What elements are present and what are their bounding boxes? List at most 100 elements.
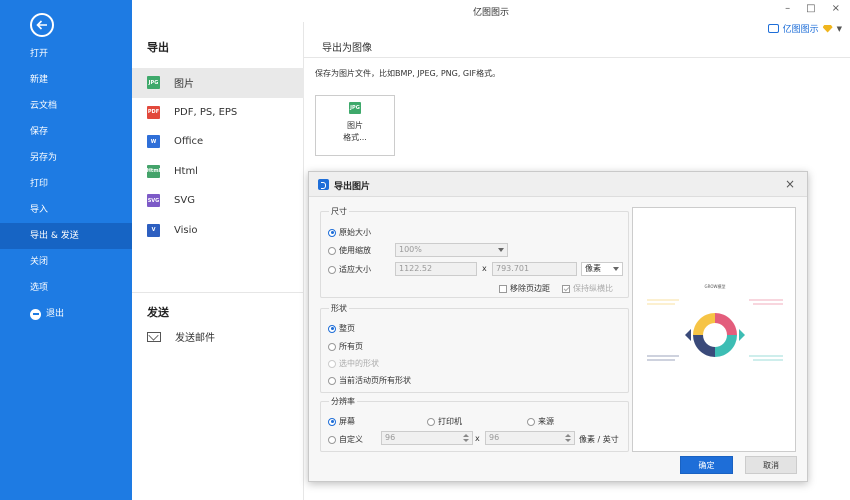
format-image[interactable]: JPG 图片: [132, 68, 304, 98]
menu-label: 打开: [30, 49, 49, 59]
height-input[interactable]: 793.701: [492, 262, 577, 276]
maximize-button[interactable]: □: [806, 3, 815, 14]
radio-indicator[interactable]: [328, 359, 336, 368]
dpi-y-input[interactable]: 96: [485, 431, 575, 445]
radio-indicator[interactable]: [328, 228, 336, 237]
close-window-button[interactable]: ×: [832, 3, 840, 14]
menu-label: 导出 & 发送: [30, 231, 79, 241]
radio-indicator[interactable]: [328, 342, 336, 351]
format-pdf[interactable]: PDF PDF, PS, EPS: [132, 98, 304, 128]
radio-indicator[interactable]: [328, 324, 336, 333]
menu-options[interactable]: 选项: [0, 275, 132, 301]
content-description: 保存为图片文件，比如BMP, JPEG, PNG, GIF格式。: [315, 69, 501, 78]
menu-close[interactable]: 关闭: [0, 249, 132, 275]
radio-whole-page[interactable]: 整页: [328, 323, 355, 334]
spin-up-icon[interactable]: [565, 434, 571, 437]
backstage-sidebar: 打开 新建 云文档 保存 另存为 打印 导入 导出 & 发送 关闭 选项 退出: [0, 0, 132, 500]
format-list: JPG 图片 PDF PDF, PS, EPS W Office Html Ht…: [132, 68, 304, 245]
resolution-unit: 像素 / 英寸: [579, 435, 619, 444]
shape-legend: 形状: [331, 304, 347, 313]
menu-import[interactable]: 导入: [0, 197, 132, 223]
radio-custom[interactable]: 自定义: [328, 434, 363, 445]
menu-save[interactable]: 保存: [0, 119, 132, 145]
menu-label: 保存: [30, 127, 49, 137]
checkbox-indicator[interactable]: [562, 284, 570, 293]
tile-label: 图片: [347, 121, 363, 130]
radio-all-shapes-current[interactable]: 当前活动页所有形状: [328, 375, 411, 386]
menu-label: 关闭: [30, 257, 49, 267]
menu-cloud-docs[interactable]: 云文档: [0, 93, 132, 119]
radio-fit-size[interactable]: 适应大小: [328, 264, 371, 275]
radio-source[interactable]: 来源: [527, 416, 554, 427]
menu-exit[interactable]: 退出: [0, 301, 132, 327]
checkbox-label: 移除页边距: [510, 284, 550, 293]
radio-indicator[interactable]: [328, 417, 336, 426]
radio-indicator[interactable]: [328, 376, 336, 385]
checkbox-indicator[interactable]: [499, 284, 507, 293]
radio-indicator[interactable]: [527, 417, 535, 426]
radio-indicator[interactable]: [328, 246, 336, 255]
back-button[interactable]: [30, 13, 54, 37]
radio-all-pages[interactable]: 所有页: [328, 341, 363, 352]
dpi-x-input[interactable]: 96: [381, 431, 473, 445]
resolution-legend: 分辨率: [331, 397, 355, 406]
radio-indicator[interactable]: [328, 435, 336, 444]
format-label: SVG: [174, 195, 195, 207]
height-value: 793.701: [496, 264, 530, 273]
radio-indicator[interactable]: [328, 265, 336, 274]
arrow-left-icon: [36, 20, 47, 30]
radio-selected-shapes[interactable]: 选中的形状: [328, 358, 379, 369]
radio-label: 打印机: [438, 417, 462, 426]
send-email-item[interactable]: 发送邮件: [147, 329, 215, 344]
radio-indicator[interactable]: [427, 417, 435, 426]
menu-new[interactable]: 新建: [0, 67, 132, 93]
menu-export-send[interactable]: 导出 & 发送: [0, 223, 132, 249]
menu-print[interactable]: 打印: [0, 171, 132, 197]
image-format-tile[interactable]: JPG 图片 格式...: [315, 95, 395, 156]
jpg-icon: JPG: [349, 102, 361, 114]
radio-use-scale[interactable]: 使用缩放: [328, 245, 371, 256]
svg-icon: SVG: [147, 194, 160, 208]
html-icon: Html: [147, 164, 160, 178]
remove-margin-checkbox[interactable]: 移除页边距: [499, 283, 550, 294]
unit-select[interactable]: 像素: [581, 262, 623, 276]
window-controls: – □ ×: [785, 3, 840, 14]
export-image-dialog: 导出图片 × 尺寸 原始大小 使用缩放 100% 适应大小 1122.52 x …: [308, 171, 808, 482]
menu-open[interactable]: 打开: [0, 41, 132, 67]
format-label: PDF, PS, EPS: [174, 106, 238, 118]
word-icon: W: [147, 135, 160, 149]
title-bar: 亿图图示 – □ ×: [132, 0, 850, 22]
radio-screen[interactable]: 屏幕: [328, 416, 355, 427]
app-title: 亿图图示: [472, 8, 509, 18]
jpg-icon: JPG: [147, 76, 160, 90]
dpi-y-value: 96: [489, 433, 500, 442]
close-icon[interactable]: ×: [785, 177, 795, 191]
grow-model-preview: GROW模型: [639, 280, 791, 380]
format-office[interactable]: W Office: [132, 127, 304, 157]
format-visio[interactable]: V Visio: [132, 216, 304, 246]
width-value: 1122.52: [399, 264, 433, 273]
keep-ratio-checkbox[interactable]: 保持纵横比: [562, 283, 613, 294]
send-email-label: 发送邮件: [175, 333, 215, 344]
spin-down-icon[interactable]: [463, 439, 469, 442]
radio-original-size[interactable]: 原始大小: [328, 227, 371, 238]
radio-label: 使用缩放: [339, 246, 371, 255]
scale-combo[interactable]: 100%: [395, 243, 508, 257]
export-heading: 导出: [147, 41, 169, 54]
menu-save-as[interactable]: 另存为: [0, 145, 132, 171]
radio-printer[interactable]: 打印机: [427, 416, 462, 427]
format-html[interactable]: Html Html: [132, 157, 304, 187]
times-sign: x: [475, 434, 480, 443]
size-legend: 尺寸: [331, 207, 347, 216]
minimize-button[interactable]: –: [785, 3, 790, 14]
chevron-down-icon: [613, 267, 619, 271]
width-input[interactable]: 1122.52: [395, 262, 477, 276]
ok-button[interactable]: 确定: [680, 456, 733, 474]
spin-down-icon[interactable]: [565, 439, 571, 442]
radio-label: 原始大小: [339, 228, 371, 237]
radio-label: 自定义: [339, 435, 363, 444]
format-svg[interactable]: SVG SVG: [132, 186, 304, 216]
dpi-x-value: 96: [385, 433, 396, 442]
spin-up-icon[interactable]: [463, 434, 469, 437]
cancel-button[interactable]: 取消: [745, 456, 797, 474]
